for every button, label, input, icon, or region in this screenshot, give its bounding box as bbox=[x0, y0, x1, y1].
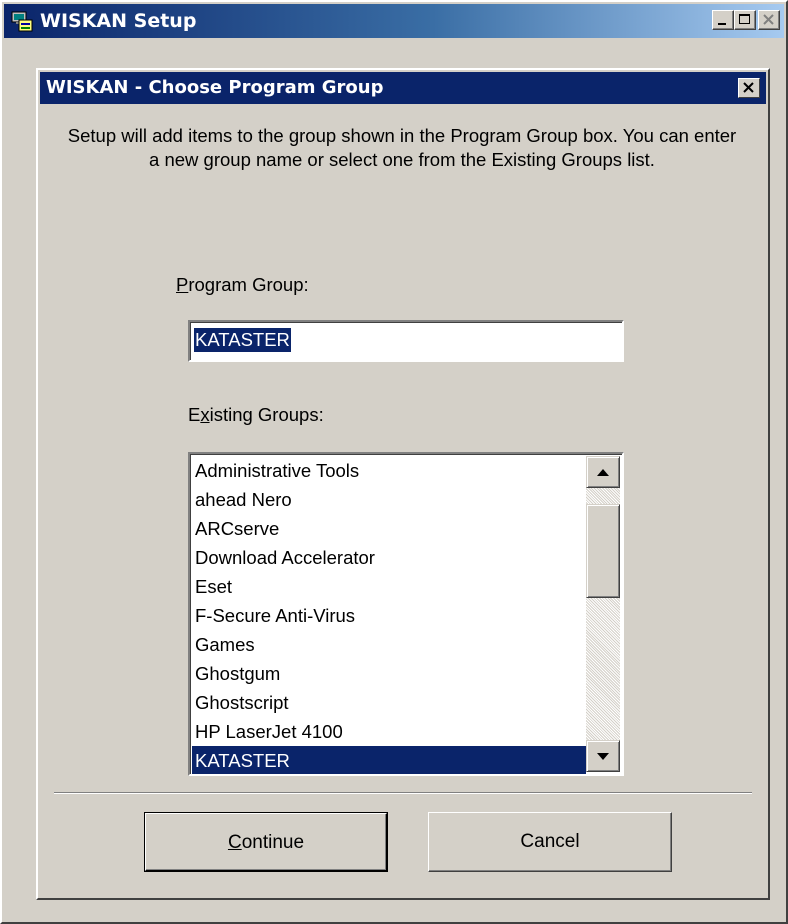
program-group-input[interactable]: KATASTER bbox=[188, 320, 624, 362]
list-item[interactable]: Ghostgum bbox=[192, 659, 586, 688]
scroll-down-button[interactable] bbox=[586, 740, 620, 772]
minimize-icon bbox=[718, 23, 726, 25]
list-item[interactable]: Administrative Tools bbox=[192, 456, 586, 485]
dialog-close-button[interactable] bbox=[738, 78, 760, 98]
close-icon bbox=[763, 14, 774, 25]
window-title: WISKAN Setup bbox=[40, 10, 197, 32]
list-item[interactable]: Games bbox=[192, 630, 586, 659]
choose-program-group-dialog: WISKAN - Choose Program Group Setup will… bbox=[36, 68, 770, 900]
dialog-title-bar[interactable]: WISKAN - Choose Program Group bbox=[40, 72, 766, 104]
cancel-button[interactable]: Cancel bbox=[428, 812, 672, 872]
maximize-button[interactable] bbox=[734, 10, 756, 30]
instructions-text: Setup will add items to the group shown … bbox=[67, 125, 737, 170]
existing-groups-label: Existing Groups: bbox=[188, 404, 324, 425]
list-item[interactable]: Ghostscript bbox=[192, 688, 586, 717]
dialog-title: WISKAN - Choose Program Group bbox=[46, 77, 384, 98]
continue-button[interactable]: Continue bbox=[144, 812, 388, 872]
list-item[interactable]: ahead Nero bbox=[192, 485, 586, 514]
list-item[interactable]: Eset bbox=[192, 572, 586, 601]
arrow-down-icon bbox=[597, 753, 609, 760]
window-close-button[interactable] bbox=[758, 10, 780, 30]
list-item[interactable]: ARCserve bbox=[192, 514, 586, 543]
list-item-selected[interactable]: KATASTER bbox=[192, 746, 586, 774]
program-group-label: Program Group: bbox=[176, 274, 309, 295]
scroll-up-button[interactable] bbox=[586, 456, 620, 488]
arrow-up-icon bbox=[597, 469, 609, 476]
existing-groups-listbox[interactable]: Administrative Tools ahead Nero ARCserve… bbox=[188, 452, 624, 776]
minimize-button[interactable] bbox=[712, 10, 734, 30]
setup-app-icon bbox=[10, 9, 34, 33]
maximize-icon bbox=[739, 14, 750, 24]
existing-groups-list: Administrative Tools ahead Nero ARCserve… bbox=[192, 456, 586, 774]
list-item[interactable]: Download Accelerator bbox=[192, 543, 586, 572]
program-group-value: KATASTER bbox=[194, 328, 291, 352]
setup-window: WISKAN Setup WISKAN - Choose Program Gro… bbox=[0, 0, 788, 924]
window-title-bar[interactable]: WISKAN Setup bbox=[4, 4, 784, 38]
vertical-scrollbar[interactable] bbox=[586, 456, 620, 772]
scrollbar-thumb[interactable] bbox=[586, 504, 620, 598]
separator bbox=[54, 792, 752, 794]
list-item[interactable]: F-Secure Anti-Virus bbox=[192, 601, 586, 630]
close-icon bbox=[743, 82, 754, 93]
list-item[interactable]: HP LaserJet 4100 bbox=[192, 717, 586, 746]
